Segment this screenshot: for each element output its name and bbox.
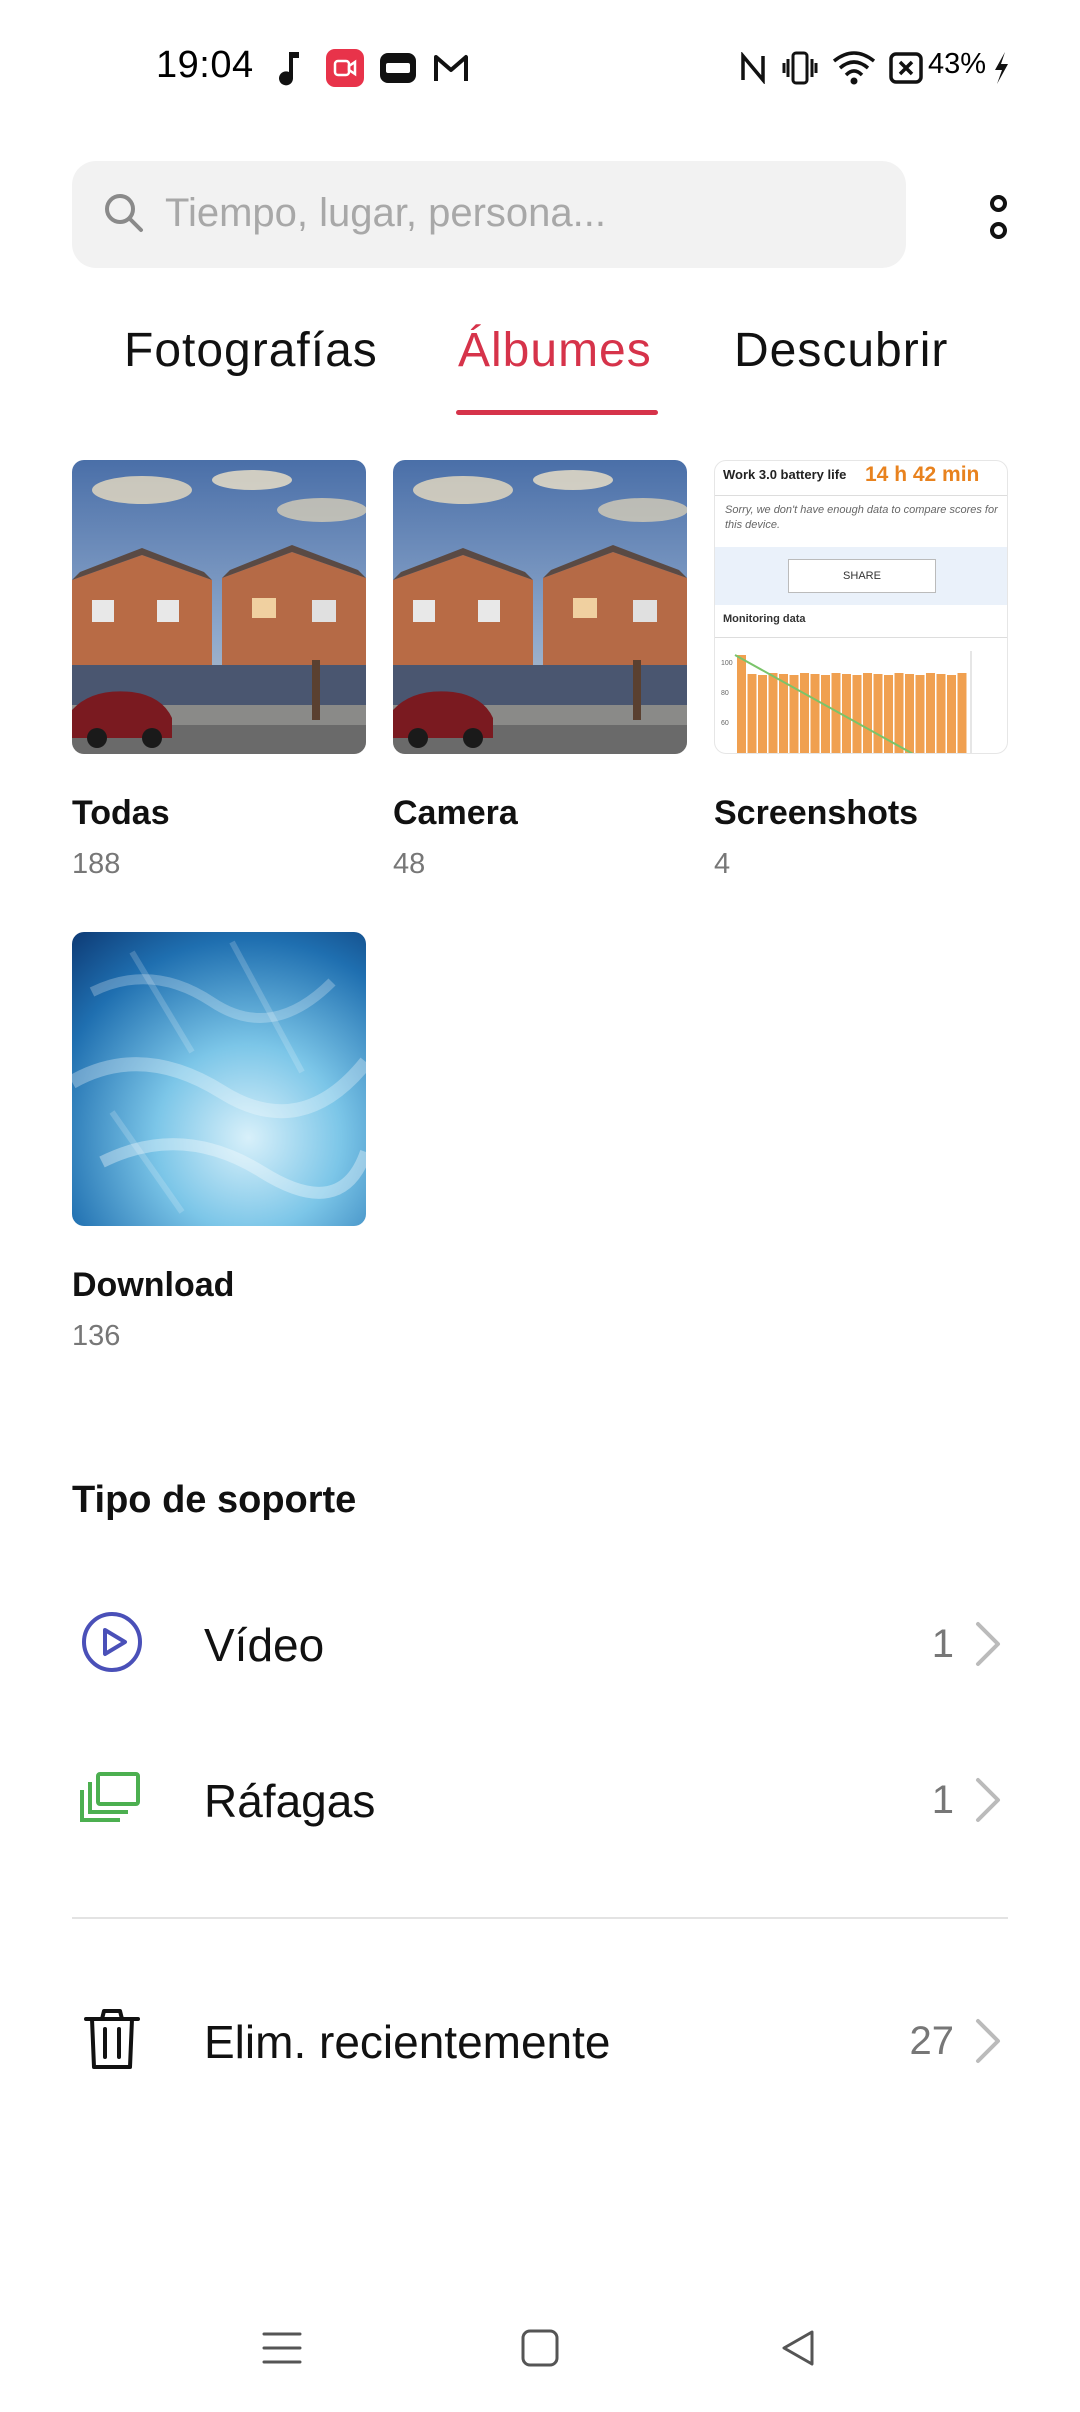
thumb-bar — [758, 675, 767, 753]
music-note-icon — [272, 48, 308, 88]
chevron-right-icon — [968, 1618, 1008, 1670]
play-circle-icon — [72, 1602, 152, 1682]
album-thumbnail — [72, 460, 366, 754]
wifi-icon — [832, 48, 876, 88]
album-screenshots[interactable]: Work 3.0 battery life 14 h 42 min Sorry,… — [714, 460, 1008, 900]
cast-icon — [378, 48, 418, 88]
album-count: 48 — [393, 848, 426, 880]
list-item-rafagas[interactable]: Ráfagas 1 — [72, 1738, 1008, 1858]
trash-icon — [72, 1999, 152, 2079]
thumb-tick: 100 — [721, 660, 733, 667]
list-item-count: 27 — [909, 2019, 955, 2063]
thumb-share: SHARE — [788, 559, 936, 593]
no-sim-icon — [888, 48, 924, 88]
thumb-bar — [852, 675, 862, 753]
album-count: 4 — [714, 848, 731, 880]
thumb-bar — [926, 673, 935, 753]
thumb-bar — [936, 674, 946, 753]
thumb-bar — [747, 674, 757, 753]
thumb-bar — [873, 674, 883, 753]
divider — [72, 1917, 1008, 1919]
thumb-bar — [737, 655, 746, 753]
menu-icon[interactable] — [252, 2318, 312, 2378]
chevron-right-icon — [968, 1774, 1008, 1826]
album-count: 188 — [72, 848, 121, 880]
thumb-chart: 100 80 60 — [721, 651, 972, 753]
thumb-bar — [905, 674, 914, 753]
album-camera[interactable]: Camera 48 — [393, 460, 687, 900]
album-count: 136 — [72, 1320, 121, 1352]
thumb-section: Monitoring data — [723, 613, 806, 625]
back-icon[interactable] — [768, 2318, 828, 2378]
tab-descubrir[interactable]: Descubrir — [734, 323, 948, 378]
album-thumbnail — [393, 460, 687, 754]
active-tab-indicator — [456, 410, 658, 415]
thumb-bar — [915, 675, 925, 753]
more-dot-icon — [989, 195, 1007, 212]
thumb-bar — [863, 673, 872, 753]
tab-fotografias[interactable]: Fotografías — [124, 323, 378, 378]
thumb-bar — [957, 673, 967, 753]
list-item-label: Ráfagas — [204, 1775, 376, 1827]
list-item-count: 1 — [931, 1622, 954, 1666]
more-dot-icon — [989, 222, 1007, 239]
charging-icon — [990, 48, 1012, 88]
album-thumbnail — [72, 932, 366, 1226]
list-item-recently-deleted[interactable]: Elim. recientemente 27 — [72, 1979, 1008, 2099]
thumb-tick: 60 — [721, 720, 729, 727]
home-icon[interactable] — [510, 2318, 570, 2378]
status-time: 19:04 — [156, 44, 254, 86]
thumb-bar — [947, 675, 956, 753]
thumb-note: Sorry, we don't have enough data to comp… — [725, 504, 998, 531]
album-thumbnail: Work 3.0 battery life 14 h 42 min Sorry,… — [714, 460, 1008, 754]
album-name: Camera — [393, 794, 518, 832]
thumb-tick: 80 — [721, 690, 729, 697]
thumb-bar — [894, 673, 904, 753]
battery-percent: 43% — [928, 48, 987, 80]
search-icon — [102, 191, 146, 235]
thumb-bar — [810, 674, 820, 753]
chevron-right-icon — [968, 2015, 1008, 2067]
thumb-bar — [842, 674, 851, 753]
search-bar[interactable]: Tiempo, lugar, persona... — [72, 161, 906, 268]
album-name: Download — [72, 1266, 235, 1304]
section-title-tipo-soporte: Tipo de soporte — [72, 1479, 357, 1521]
more-options-button[interactable] — [968, 182, 1028, 252]
tab-albumes[interactable]: Álbumes — [458, 323, 652, 378]
thumb-bar — [768, 673, 778, 753]
burst-stack-icon — [72, 1758, 152, 1838]
vibrate-icon — [782, 48, 818, 88]
album-download[interactable]: Download 136 — [72, 932, 366, 1372]
album-name: Todas — [72, 794, 170, 832]
search-placeholder: Tiempo, lugar, persona... — [165, 191, 606, 235]
list-item-label: Elim. recientemente — [204, 2016, 611, 2068]
thumb-value: 14 h 42 min — [865, 463, 980, 486]
album-todas[interactable]: Todas 188 — [72, 460, 366, 900]
thumb-bar — [800, 673, 809, 753]
screen-record-icon — [326, 48, 364, 88]
list-item-label: Vídeo — [204, 1619, 325, 1671]
thumb-bar — [779, 674, 788, 753]
nfc-icon — [738, 48, 768, 88]
thumb-bar — [821, 675, 830, 753]
list-item-count: 1 — [931, 1778, 954, 1822]
album-name: Screenshots — [714, 794, 919, 832]
list-item-video[interactable]: Vídeo 1 — [72, 1582, 1008, 1702]
gmail-icon — [432, 48, 470, 88]
status-bar: 19:04 43% — [0, 0, 1080, 140]
thumb-title: Work 3.0 battery life — [723, 467, 847, 482]
